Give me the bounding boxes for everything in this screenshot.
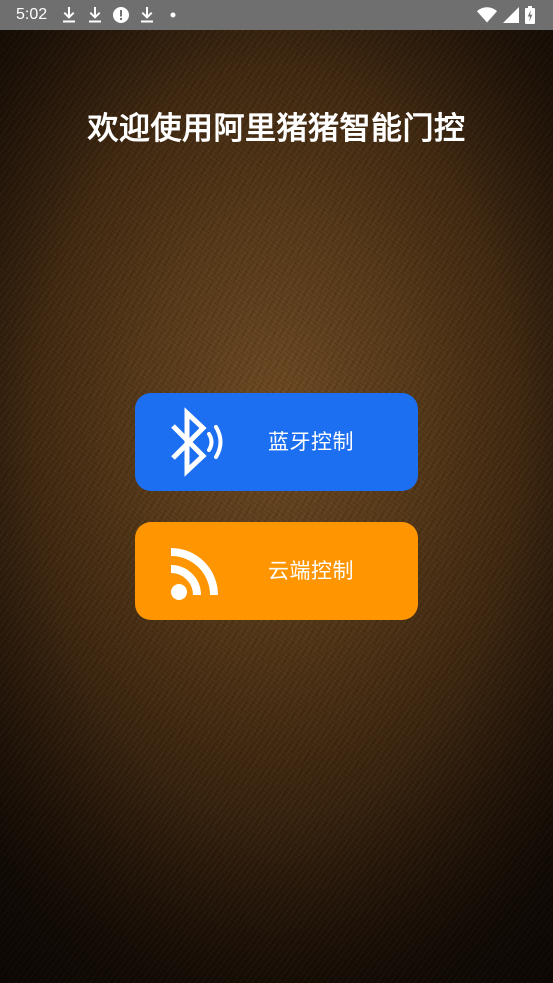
cell-signal-icon: [503, 6, 519, 24]
rss-feed-icon: [165, 536, 229, 606]
status-bar: 5:02: [0, 0, 553, 30]
page-title: 欢迎使用阿里猪猪智能门控: [87, 111, 466, 147]
cloud-control-label: 云端控制: [268, 559, 354, 583]
alert-icon: [113, 6, 130, 24]
cloud-control-button[interactable]: 云端控制: [135, 522, 418, 620]
download-icon: [139, 6, 155, 24]
bluetooth-control-label: 蓝牙控制: [268, 430, 354, 454]
system-status-icons: [475, 6, 539, 24]
dot-icon: [165, 6, 181, 24]
app-screen: 5:02 欢迎使用阿里猪猪智能门控 蓝牙控制 云端控制: [0, 0, 553, 983]
download-icon: [61, 6, 77, 24]
battery-icon: [525, 6, 535, 24]
status-time: 5:02: [16, 6, 48, 23]
bluetooth-control-button[interactable]: 蓝牙控制: [135, 393, 418, 491]
download-icon: [87, 6, 103, 24]
wifi-icon: [477, 6, 497, 24]
bluetooth-icon: [165, 407, 229, 477]
